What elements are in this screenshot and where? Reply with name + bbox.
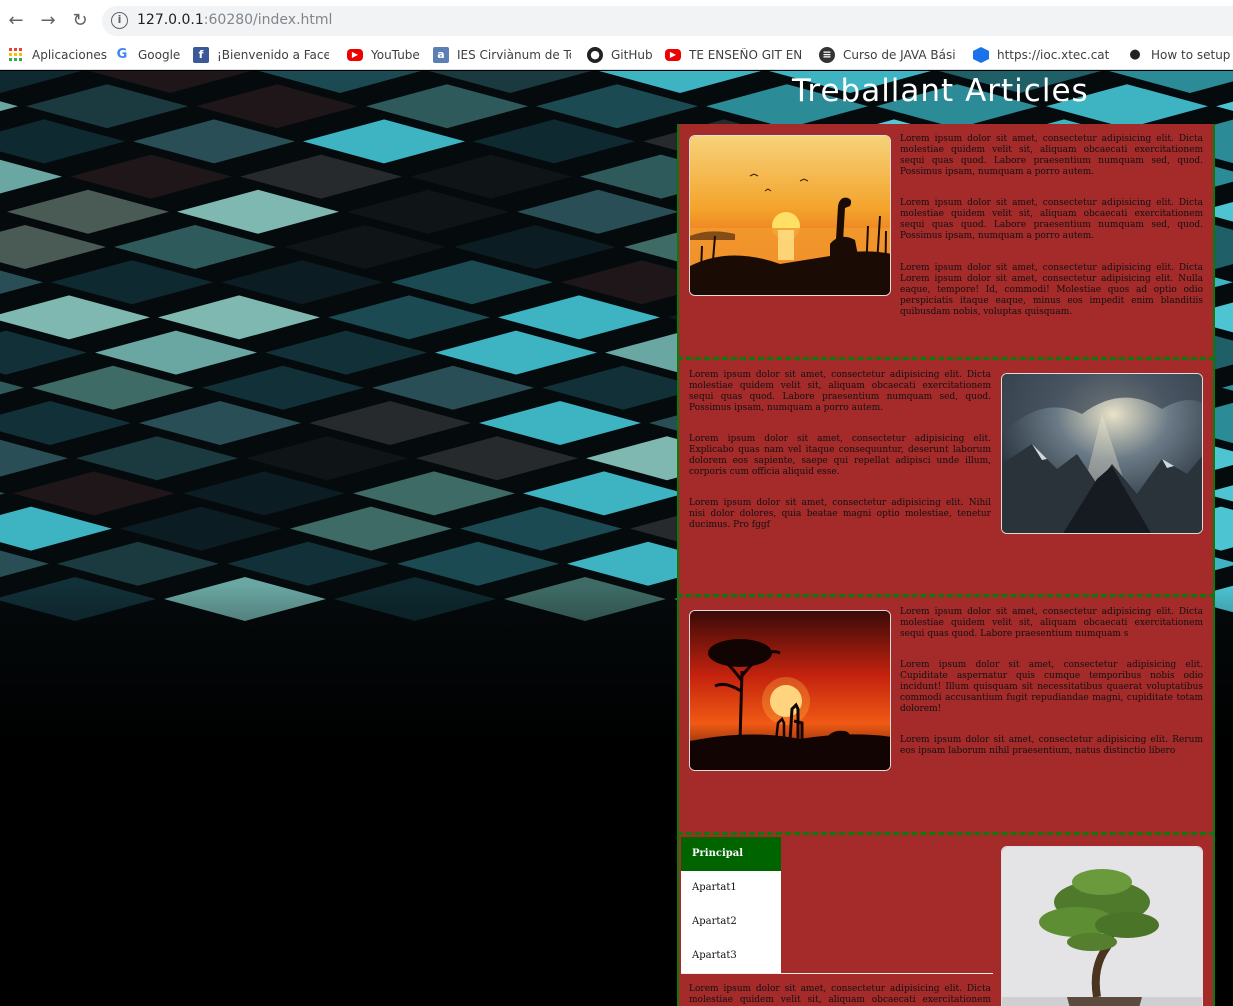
github-icon: ● xyxy=(587,47,603,63)
address-bar[interactable]: i 127.0.0.1:60280/index.html xyxy=(102,6,1233,36)
back-icon[interactable]: ← xyxy=(3,8,29,34)
article-image-bonsai xyxy=(1001,846,1203,1006)
article-image-savanna-sunset xyxy=(689,610,891,771)
page-viewport: Treballant Articles Lorem ipsum dolor si… xyxy=(0,71,1233,1006)
ioc-icon xyxy=(973,47,989,63)
youtube-icon: ▶ xyxy=(347,49,363,61)
forward-icon[interactable]: → xyxy=(35,8,61,34)
apps-grid-icon xyxy=(8,47,24,63)
article-text: Lorem ipsum dolor sit amet, consectetur … xyxy=(689,984,991,1005)
browser-toolbar: ← → ↻ i 127.0.0.1:60280/index.html xyxy=(0,0,1233,40)
google-icon: G xyxy=(116,47,128,62)
reload-icon[interactable]: ↻ xyxy=(67,8,93,34)
bookmark-ioc[interactable]: https://ioc.xtec.cat/m xyxy=(973,46,1109,64)
articles-container: Lorem ipsum dolor sit amet, consectetur … xyxy=(677,124,1215,1006)
menu-item-apartat1[interactable]: Apartat1 xyxy=(681,871,781,905)
bookmark-youtube[interactable]: ▶ YouTube xyxy=(347,46,420,64)
linux-icon: ● xyxy=(1129,47,1141,62)
article-2: Lorem ipsum dolor sit amet, consectetur … xyxy=(677,357,1215,597)
course-icon: ≡ xyxy=(819,47,835,63)
bookmark-ies[interactable]: aIES Cirviànum de Torel xyxy=(433,46,571,64)
menu-item-apartat2[interactable]: Apartat2 xyxy=(681,905,781,939)
bookmark-java-course[interactable]: ≡Curso de JAVA Básico xyxy=(819,46,955,64)
bookmark-aplicaciones[interactable]: Aplicaciones xyxy=(8,46,107,64)
youtube-icon: ▶ xyxy=(665,49,681,61)
bookmark-git-course[interactable]: ▶TE ENSEÑO GIT EN 30 xyxy=(665,46,801,64)
bookmark-google[interactable]: G Google xyxy=(114,46,181,64)
article-text: Lorem ipsum dolor sit amet, consectetur … xyxy=(689,370,991,530)
article-text: Lorem ipsum dolor sit amet, consectetur … xyxy=(900,134,1203,241)
page-title: Treballant Articles xyxy=(792,73,1089,109)
bookmarks-bar: Aplicaciones GGoogle f¡Bienvenido a Face… xyxy=(0,40,1233,70)
url-text[interactable]: 127.0.0.1:60280/index.html xyxy=(137,12,332,28)
bookmark-facebook[interactable]: f¡Bienvenido a Facebo xyxy=(193,46,329,64)
bookmark-ftp-setup[interactable]: ●How to setup FT xyxy=(1127,46,1233,64)
article-1: Lorem ipsum dolor sit amet, consectetur … xyxy=(677,124,1215,359)
menu-item-principal[interactable]: Principal xyxy=(681,837,781,871)
article-text: Lorem ipsum dolor sit amet, consectetur … xyxy=(900,607,1203,756)
menu-item-apartat3[interactable]: Apartat3 xyxy=(681,939,781,973)
article-text-wrap: Lorem ipsum dolor sit amet, consectetur … xyxy=(900,263,1203,317)
ies-icon: a xyxy=(433,47,449,63)
facebook-icon: f xyxy=(193,47,209,63)
bookmark-github[interactable]: ● GitHub xyxy=(587,46,653,64)
side-menu: Principal Apartat1 Apartat2 Apartat3 xyxy=(681,837,781,973)
site-info-icon[interactable]: i xyxy=(111,12,128,29)
article-3: Lorem ipsum dolor sit amet, consectetur … xyxy=(677,594,1215,834)
article-image-mountain-light xyxy=(1001,373,1203,534)
article-4: Principal Apartat1 Apartat2 Apartat3 Lor… xyxy=(677,832,1215,1006)
divider xyxy=(681,973,993,974)
